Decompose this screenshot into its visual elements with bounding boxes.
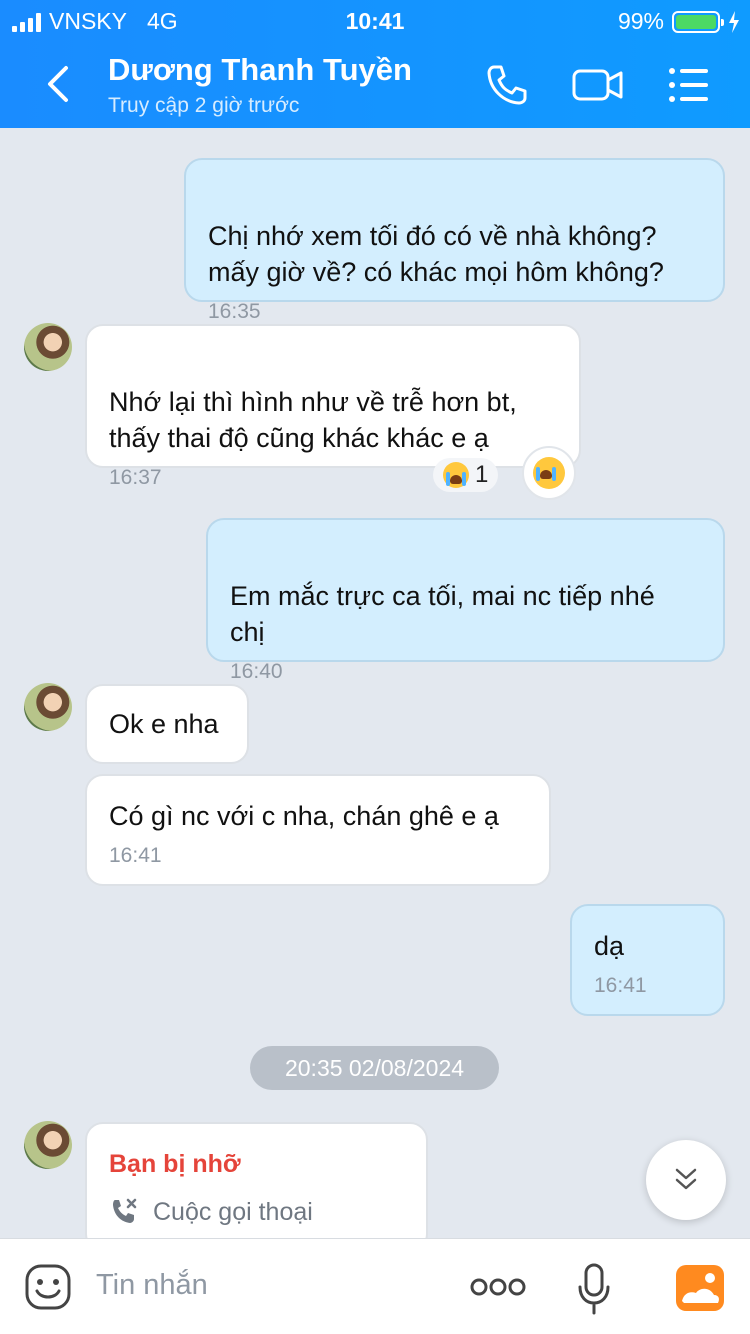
message-time: 16:40 [230, 660, 283, 683]
message-bubble-received[interactable]: Nhớ lại thì hình như về trễ hơn bt, thấy… [85, 324, 581, 489]
reaction-summary[interactable]: 1 [433, 458, 499, 492]
message-text: dạ [594, 931, 625, 961]
avatar[interactable] [24, 323, 72, 371]
battery-percent: 99% [617, 8, 664, 34]
message-text: Em mắc trực ca tối, mai nc tiếp nhé chị [230, 581, 655, 647]
more-options-icon[interactable] [470, 1273, 526, 1301]
avatar[interactable] [24, 683, 72, 731]
message-time: 16:41 [109, 844, 162, 867]
back-arrow-icon[interactable] [40, 62, 80, 106]
message-bubble-received[interactable]: Ok e nha [85, 684, 249, 764]
missed-call-card[interactable]: Bạn bị nhỡ Cuộc gọi thoại [85, 1122, 428, 1252]
image-gallery-icon[interactable] [676, 1265, 724, 1311]
message-bubble-sent[interactable]: dạ 16:41 [570, 904, 725, 1016]
missed-call-icon [113, 1198, 137, 1223]
reaction-count: 1 [475, 461, 489, 488]
message-bubble-received[interactable]: Có gì nc với c nha, chán ghê e ạ 16:41 [85, 774, 551, 886]
message-input[interactable]: Tin nhắn [96, 1269, 208, 1302]
phone-call-icon[interactable] [484, 62, 530, 108]
status-bar: VNSKY 4G 10:41 99% [0, 6, 750, 36]
missed-call-title: Bạn bị nhỡ [109, 1150, 241, 1178]
date-divider: 20:35 02/08/2024 [250, 1046, 499, 1090]
message-text: Ok e nha [109, 709, 219, 739]
scroll-to-bottom-button[interactable] [646, 1140, 726, 1220]
missed-call-label: Cuộc gọi thoại [153, 1198, 313, 1226]
crying-emoji-icon [443, 462, 469, 488]
avatar[interactable] [24, 1121, 72, 1169]
sticker-emoji-icon[interactable] [24, 1263, 72, 1311]
crying-emoji-icon [533, 457, 565, 489]
message-time: 16:41 [594, 974, 647, 997]
message-text: Có gì nc với c nha, chán ghê e ạ [109, 801, 499, 831]
chat-header: VNSKY 4G 10:41 99% Dương Thanh Tuyền Tru… [0, 0, 750, 128]
message-text: Chị nhớ xem tối đó có về nhà không? mấy … [208, 221, 664, 287]
charging-icon [729, 10, 739, 33]
message-bubble-sent[interactable]: Chị nhớ xem tối đó có về nhà không? mấy … [184, 158, 725, 323]
message-time: 16:35 [208, 300, 261, 323]
message-input-bar: Tin nhắn [0, 1238, 750, 1334]
message-bubble-sent[interactable]: Em mắc trực ca tối, mai nc tiếp nhé chị … [206, 518, 725, 683]
microphone-icon[interactable] [576, 1263, 612, 1315]
reaction-button[interactable] [522, 446, 576, 500]
battery-icon [672, 10, 724, 33]
video-call-icon[interactable] [572, 62, 624, 108]
contact-name[interactable]: Dương Thanh Tuyền [108, 52, 412, 88]
double-chevron-down-icon [675, 1168, 697, 1190]
message-text: Nhớ lại thì hình như về trễ hơn bt, thấy… [109, 387, 517, 453]
menu-list-icon[interactable] [666, 62, 712, 108]
last-seen-status: Truy cập 2 giờ trước [108, 94, 300, 117]
